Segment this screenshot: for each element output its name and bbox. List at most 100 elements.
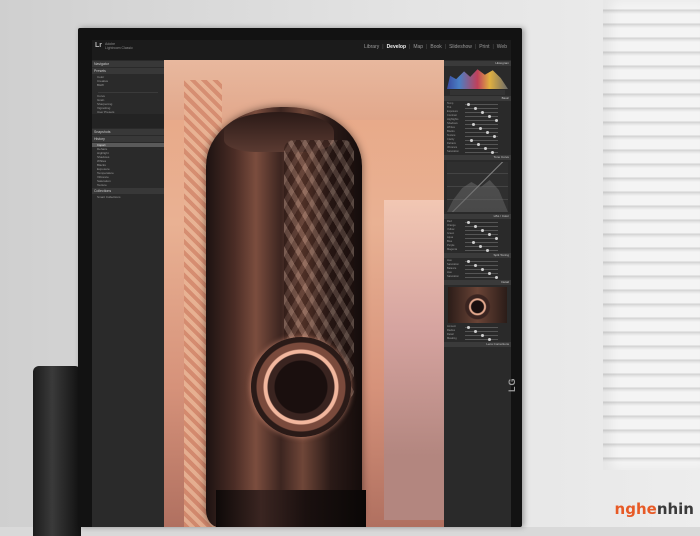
detail-slider-label: Radius	[447, 329, 456, 332]
tool-strip[interactable]	[450, 90, 505, 95]
speaker-stand	[33, 366, 81, 536]
hsl-slider-track[interactable]	[465, 249, 498, 251]
detail-sliders: Amount Radius Detail Masking	[444, 325, 511, 341]
hsl-slider-knob[interactable]	[486, 248, 489, 252]
basic-slider-label: Exposure	[447, 110, 458, 113]
histogram-graph	[447, 69, 508, 89]
split-slider-label: Balance	[447, 267, 457, 270]
module-separator: |	[444, 44, 447, 50]
hsl-slider-track[interactable]	[465, 233, 498, 235]
app-name: Adobe Lightroom Classic	[105, 42, 133, 50]
module-book[interactable]: Book	[430, 44, 441, 50]
basic-slider-track[interactable]	[465, 119, 498, 121]
panel-history[interactable]: History	[92, 136, 164, 142]
module-separator: |	[426, 44, 428, 50]
photo-painting	[384, 200, 444, 520]
basic-slider-label: Whites	[447, 126, 455, 129]
hsl-sliders: Red Orange Yellow Green Aqua Blue Purple Magent…	[444, 220, 511, 252]
basic-slider-label: Saturation	[447, 150, 459, 153]
module-develop[interactable]: Develop	[387, 44, 406, 50]
detail-slider-label: Masking	[447, 337, 457, 340]
detail-slider-track[interactable]	[465, 338, 498, 340]
blank-area	[92, 114, 164, 128]
module-web[interactable]: Web	[497, 44, 507, 50]
split-slider-row[interactable]: Saturation	[447, 275, 508, 279]
split-slider-label: Saturation	[447, 263, 459, 266]
photo-canvas[interactable]	[164, 60, 444, 527]
split-sliders: Hue Saturation Balance Hue Saturation	[444, 259, 511, 279]
detail-preview	[448, 287, 507, 323]
detail-slider-track[interactable]	[465, 330, 498, 332]
hsl-slider-label: Red	[447, 220, 452, 223]
basic-slider-label: Contrast	[447, 114, 457, 117]
detail-slider-label: Amount	[447, 325, 456, 328]
hsl-slider-label: Green	[447, 232, 455, 235]
basic-slider-track[interactable]	[465, 115, 498, 117]
hsl-slider-label: Magenta	[447, 248, 458, 251]
hsl-slider-label: Blue	[447, 240, 453, 243]
lg-logo: LG	[507, 377, 517, 393]
basic-slider-label: Vibrance	[447, 146, 458, 149]
panel-tone-curve[interactable]: Tone Curve	[444, 155, 511, 160]
module-slideshow[interactable]: Slideshow	[449, 44, 472, 50]
panel-presets[interactable]: Presets	[92, 68, 164, 74]
detail-slider-knob[interactable]	[488, 337, 491, 341]
panel-basic[interactable]: Basic	[444, 96, 511, 101]
hsl-slider-row[interactable]: Magenta	[447, 248, 508, 252]
split-slider-track[interactable]	[465, 264, 498, 266]
basic-slider-label: Shadows	[447, 122, 458, 125]
module-separator: |	[492, 44, 494, 50]
module-map[interactable]: Map	[413, 44, 423, 50]
preset-item[interactable]: B&W	[92, 83, 164, 87]
module-separator: |	[382, 44, 384, 50]
basic-slider-track[interactable]	[465, 143, 498, 145]
divider	[98, 88, 158, 93]
basic-slider-track[interactable]	[465, 107, 498, 109]
right-panel: Histogram Basic Temp Tint Exposure Contrast…	[444, 60, 511, 527]
hsl-slider-track[interactable]	[465, 225, 498, 227]
speaker-driver	[251, 337, 351, 437]
split-slider-track[interactable]	[465, 276, 498, 278]
module-separator: |	[409, 44, 411, 50]
watermark: nghenhin	[614, 500, 694, 518]
basic-slider-label: Tint	[447, 106, 452, 109]
panel-snapshots[interactable]: Snapshots	[92, 129, 164, 135]
panel-lens-corrections[interactable]: Lens Corrections	[444, 342, 511, 347]
hsl-slider-label: Yellow	[447, 228, 455, 231]
basic-slider-row[interactable]: Saturation	[447, 150, 508, 154]
collection-item[interactable]: Smart Collections	[92, 195, 164, 199]
tone-curve-graph[interactable]	[447, 162, 508, 212]
hsl-slider-label: Purple	[447, 244, 455, 247]
basic-slider-label: Highlights	[447, 118, 459, 121]
split-slider-label: Saturation	[447, 275, 459, 278]
hsl-slider-track[interactable]	[465, 237, 498, 239]
basic-slider-label: Texture	[447, 134, 456, 137]
basic-slider-knob[interactable]	[491, 150, 494, 154]
split-slider-track[interactable]	[465, 272, 498, 274]
module-picker: Library | Develop | Map | Book | Slideshow | …	[364, 44, 507, 50]
speaker-base	[216, 490, 366, 527]
lightroom-logo: Lr	[95, 42, 102, 49]
basic-sliders: Temp Tint Exposure Contrast Highlights Shadow…	[444, 102, 511, 154]
module-library[interactable]: Library	[364, 44, 379, 50]
panel-histogram[interactable]: Histogram	[444, 61, 511, 66]
panel-detail[interactable]: Detail	[444, 280, 511, 285]
top-bar: Lr Adobe Lightroom Classic Library | Deve…	[92, 40, 511, 60]
hsl-slider-label: Orange	[447, 224, 456, 227]
module-print[interactable]: Print	[479, 44, 489, 50]
module-separator: |	[474, 44, 477, 50]
history-item[interactable]: Texture	[92, 183, 164, 187]
basic-slider-track[interactable]	[465, 147, 498, 149]
basic-slider-label: Dehaze	[447, 142, 456, 145]
basic-slider-track[interactable]	[465, 131, 498, 133]
split-slider-label: Hue	[447, 271, 452, 274]
panel-navigator[interactable]: Navigator	[92, 61, 164, 67]
panel-split-toning[interactable]: Split Toning	[444, 253, 511, 258]
hsl-slider-track[interactable]	[465, 241, 498, 243]
panel-collections[interactable]: Collections	[92, 188, 164, 194]
panel-hsl[interactable]: HSL / Color	[444, 214, 511, 219]
split-slider-knob[interactable]	[495, 275, 498, 279]
detail-slider-row[interactable]: Masking	[447, 337, 508, 341]
basic-slider-track[interactable]	[465, 123, 498, 125]
basic-slider-label: Clarity	[447, 138, 455, 141]
